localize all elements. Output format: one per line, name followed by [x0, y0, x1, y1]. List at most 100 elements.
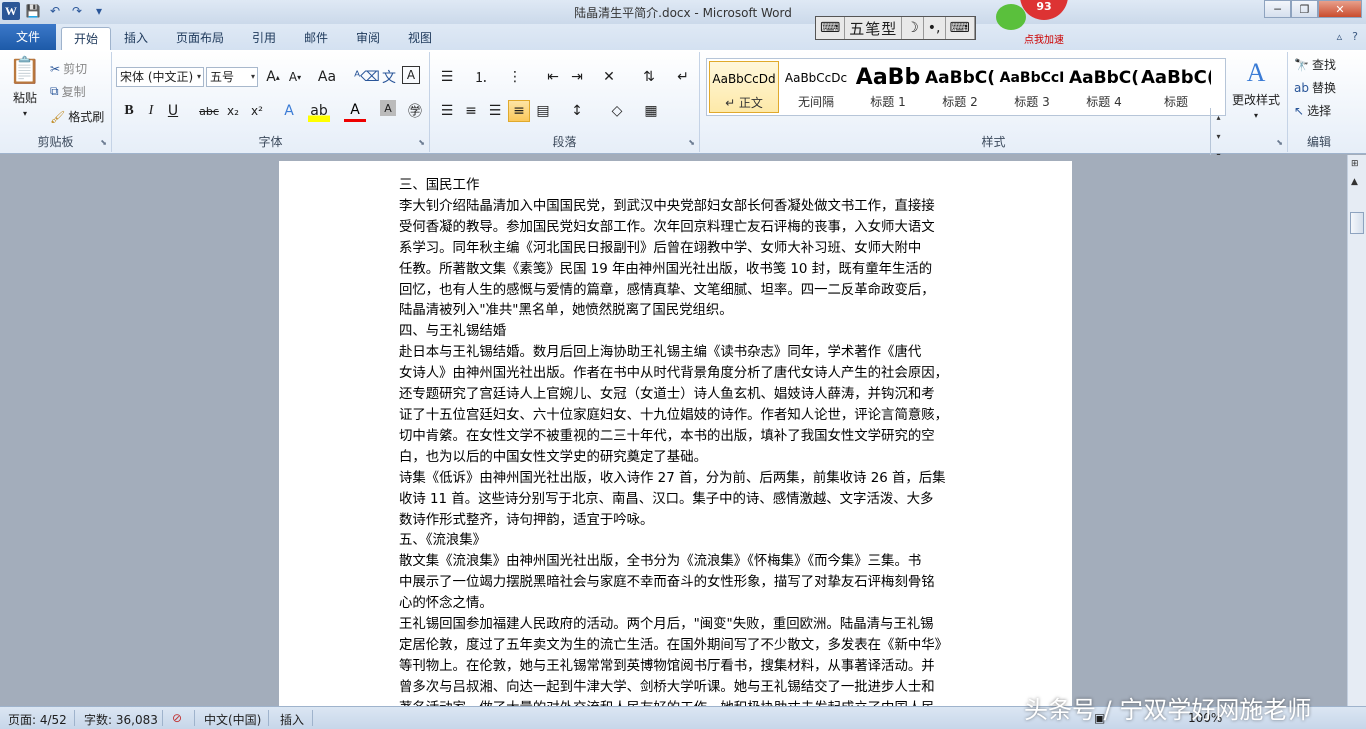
paragraph-launcher-icon[interactable]: ⬊	[688, 138, 695, 147]
word-count[interactable]: 字数: 36,083	[84, 711, 158, 728]
help-icon[interactable]: ?	[1352, 30, 1358, 43]
document-line[interactable]: 心的怀念之情。	[399, 594, 955, 615]
grow-font-icon[interactable]: A ▴	[262, 66, 284, 88]
document-line[interactable]: 三、国民工作	[399, 176, 955, 197]
style-no-spacing[interactable]: AaBbCcDc 无间隔	[781, 61, 851, 113]
character-shading-icon[interactable]: A	[380, 100, 396, 116]
document-line[interactable]: 证了十五位宫廷妇女、六十位家庭妇女、十九位娼妓的诗作。作者知人论世，评论言简意赅…	[399, 406, 955, 427]
justify-icon[interactable]: ≡	[508, 100, 530, 122]
tab-mailings[interactable]: 邮件	[292, 27, 340, 50]
show-marks-icon[interactable]: ↵	[672, 66, 694, 88]
align-center-icon[interactable]: ≡	[460, 100, 482, 122]
font-size-combo[interactable]: 五号 ▾	[206, 67, 258, 87]
font-launcher-icon[interactable]: ⬊	[418, 138, 425, 147]
document-line[interactable]: 数诗作形式整齐，诗句押韵，适宜于吟咏。	[399, 511, 955, 532]
document-line[interactable]: 回忆，也有人生的感慨与爱情的篇章，感情真挚、文笔细腻、坦率。四一二反革命政变后，	[399, 281, 955, 302]
ruler-toggle-icon[interactable]: ⊞	[1351, 159, 1359, 169]
document-line[interactable]: 还专题研究了宫廷诗人上官婉儿、女冠（女道士）诗人鱼玄机、娼妓诗人薛涛，并钩沉和考	[399, 385, 955, 406]
ime-punct-icon[interactable]: •,	[924, 17, 946, 39]
styles-launcher-icon[interactable]: ⬊	[1276, 138, 1283, 147]
vertical-scrollbar[interactable]: ⊞ ▲	[1347, 155, 1366, 706]
tab-review[interactable]: 审阅	[344, 27, 392, 50]
document-line[interactable]: 中展示了一位竭力摆脱黑暗社会与家庭不幸而奋斗的女性形象，描写了对挚友石评梅刻骨铭	[399, 573, 955, 594]
find-button[interactable]: 🔭 查找	[1294, 56, 1336, 73]
numbering-icon[interactable]: ⒈	[470, 66, 492, 88]
change-case-icon[interactable]: Aa	[316, 66, 338, 88]
shrink-font-icon[interactable]: A ▾	[284, 66, 306, 88]
text-effects-icon[interactable]: A	[278, 100, 300, 122]
change-styles-button[interactable]: A 更改样式 ▾	[1230, 58, 1282, 120]
phonetic-guide-icon[interactable]: 文	[378, 66, 400, 88]
ime-moon-icon[interactable]: ☽	[902, 17, 924, 39]
ime-mode[interactable]: 五笔型	[845, 17, 903, 39]
document-line[interactable]: 切中肯綮。在女性文学不被重视的二三十年代，本书的出版，填补了我国女性文学研究的空	[399, 427, 955, 448]
tab-view[interactable]: 视图	[396, 27, 444, 50]
document-area[interactable]: 三、国民工作 李大钊介绍陆晶清加入中国国民党，到武汉中央党部妇女部长何香凝处做文书…	[0, 155, 1347, 706]
page-indicator[interactable]: 页面: 4/52	[8, 711, 67, 728]
document-line[interactable]: 散文集《流浪集》由神州国光社出版，全书分为《流浪集》《怀梅集》《而今集》三集。书	[399, 552, 955, 573]
align-left-icon[interactable]: ☰	[436, 100, 458, 122]
character-border-icon[interactable]: A	[402, 66, 420, 84]
insert-mode-indicator[interactable]: 插入	[280, 711, 304, 728]
document-line[interactable]: 著名活动家，做了大量的对外交流和人民友好的工作。她积极协助丈夫发起成立了中国人民	[399, 699, 955, 706]
document-line[interactable]: 受何香凝的教导。参加国民党妇女部工作。次年回京料理亡友石评梅的丧事，入女师大语文	[399, 218, 955, 239]
distributed-icon[interactable]: ▤	[532, 100, 554, 122]
document-line[interactable]: 陆晶清被列入"准共"黑名单，她愤然脱离了国民党组织。	[399, 301, 955, 322]
style-heading-3[interactable]: AaBbCcI 标题 3	[997, 61, 1067, 113]
tab-references[interactable]: 引用	[240, 27, 288, 50]
restore-button[interactable]: ❐	[1291, 0, 1318, 18]
bold-icon[interactable]: B	[118, 100, 140, 122]
document-line[interactable]: 任教。所著散文集《素笺》民国 19 年由神州国光社出版，收书笺 10 封，既有童…	[399, 260, 955, 281]
line-spacing-icon[interactable]: ↕	[566, 100, 588, 122]
highlight-icon[interactable]: ab	[308, 100, 330, 122]
style-heading-4[interactable]: AaBbC( 标题 4	[1069, 61, 1139, 113]
language-indicator[interactable]: 中文(中国)	[204, 711, 261, 728]
tab-insert[interactable]: 插入	[112, 27, 160, 50]
multilevel-list-icon[interactable]: ⋮	[504, 66, 526, 88]
copy-button[interactable]: ⧉ 复制	[50, 83, 86, 100]
enclosed-character-icon[interactable]: ㊫	[404, 100, 426, 122]
select-button[interactable]: ↖ 选择	[1294, 102, 1331, 119]
replace-button[interactable]: ab 替换	[1294, 79, 1336, 96]
subscript-icon[interactable]: x₂	[222, 100, 244, 122]
document-line[interactable]: 白，也为以后的中国女性文学史的研究奠定了基础。	[399, 448, 955, 469]
tab-home[interactable]: 开始	[61, 27, 112, 50]
style-normal[interactable]: AaBbCcDd ↵ 正文	[709, 61, 779, 113]
proofing-icon[interactable]: ⊘	[172, 711, 182, 725]
style-heading-1[interactable]: AaBb 标题 1	[853, 61, 923, 113]
shading-icon[interactable]: ◇	[606, 100, 628, 122]
font-name-combo[interactable]: 宋体 (中文正) ▾	[116, 67, 204, 87]
font-color-icon[interactable]: A	[344, 100, 366, 122]
style-heading-2[interactable]: AaBbC( 标题 2	[925, 61, 995, 113]
cut-button[interactable]: ✂ 剪切	[50, 60, 87, 77]
style-title[interactable]: AaBbC( 标题	[1141, 61, 1211, 113]
scroll-thumb[interactable]	[1350, 212, 1364, 234]
document-line[interactable]: 李大钊介绍陆晶清加入中国国民党，到武汉中央党部妇女部长何香凝处做文书工作，直接接	[399, 197, 955, 218]
underline-icon[interactable]: U	[162, 100, 184, 122]
asian-layout-icon[interactable]: ✕	[598, 66, 620, 88]
format-painter-button[interactable]: 🖌 格式刷	[50, 108, 104, 125]
document-line[interactable]: 女诗人》由神州国光社出版。作者在书中从时代背景角度分析了唐代女诗人产生的社会原因…	[399, 364, 955, 385]
ime-keyboard-icon[interactable]: ⌨	[946, 17, 975, 39]
clipboard-launcher-icon[interactable]: ⬊	[100, 138, 107, 147]
document-line[interactable]: 曾多次与吕叔湘、向达一起到牛津大学、剑桥大学听课。她与王礼锡结交了一批进步人士和	[399, 678, 955, 699]
document-line[interactable]: 等刊物上。在伦敦，她与王礼锡常常到英博物馆阅书厅看书，搜集材料，从事著译活动。并	[399, 657, 955, 678]
align-right-icon[interactable]: ☰	[484, 100, 506, 122]
bullets-icon[interactable]: ☰	[436, 66, 458, 88]
minimize-ribbon-icon[interactable]: ▵	[1337, 30, 1343, 43]
tab-page-layout[interactable]: 页面布局	[164, 27, 236, 50]
document-page[interactable]: 三、国民工作 李大钊介绍陆晶清加入中国国民党，到武汉中央党部妇女部长何香凝处做文书…	[279, 161, 1072, 706]
document-line[interactable]: 王礼锡回国参加福建人民政府的活动。两个月后，"闽变"失败，重回欧洲。陆晶清与王礼…	[399, 615, 955, 636]
superscript-icon[interactable]: x²	[246, 100, 268, 122]
tab-file[interactable]: 文件	[0, 24, 56, 50]
paste-button[interactable]: 📋 粘贴 ▾	[8, 56, 42, 118]
speedball-mascot-icon[interactable]	[996, 4, 1026, 30]
scroll-up-icon[interactable]: ▲	[1351, 177, 1358, 187]
document-line[interactable]: 收诗 11 首。这些诗分别写于北京、南昌、汉口。集子中的诗、感情激越、文字活泼、…	[399, 490, 955, 511]
document-line[interactable]: 定居伦敦，度过了五年卖文为生的流亡生活。在国外期间写了不少散文，多发表在《新中华…	[399, 636, 955, 657]
sort-icon[interactable]: ⇅	[638, 66, 660, 88]
document-body[interactable]: 三、国民工作 李大钊介绍陆晶清加入中国国民党，到武汉中央党部妇女部长何香凝处做文书…	[399, 176, 955, 706]
close-button[interactable]: ✕	[1318, 0, 1362, 18]
document-line[interactable]: 诗集《低诉》由神州国光社出版，收入诗作 27 首，分为前、后两集，前集收诗 26…	[399, 469, 955, 490]
minimize-button[interactable]: ─	[1264, 0, 1291, 18]
